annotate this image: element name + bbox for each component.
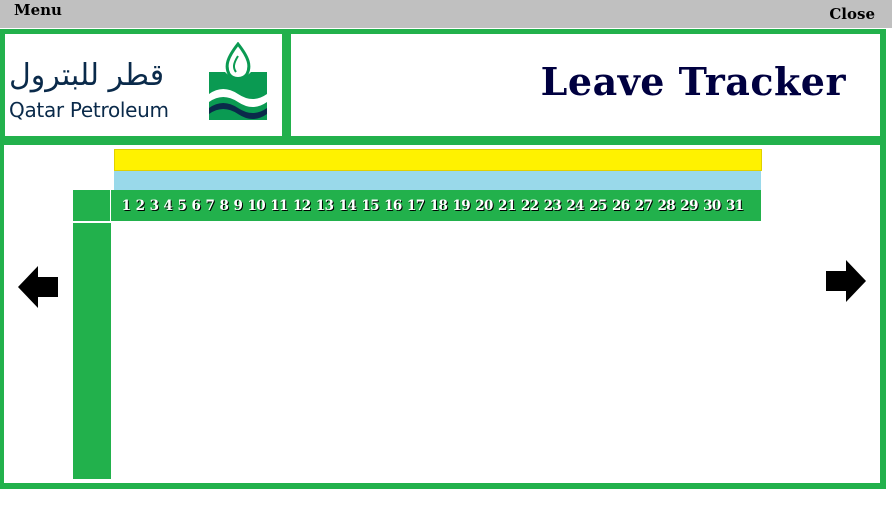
header: قطر للبترول Qatar Petroleum Leave Tracke… xyxy=(0,29,886,141)
day-cell: 9 xyxy=(233,197,243,214)
title-panel: Leave Tracker xyxy=(291,34,880,136)
day-cell: 29 xyxy=(680,197,698,214)
corner-cell xyxy=(73,190,111,221)
day-cell: 31 xyxy=(725,197,744,214)
day-cell: 10 xyxy=(247,197,266,214)
calendar-area: 1 2 3 4 5 6 7 8 9 10 11 12 13 14 15 16 17 18 19 20 21 22 23 24 2… xyxy=(4,145,880,483)
day-numbers: 1 2 3 4 5 6 7 8 9 10 11 12 13 14 15 16 17 18 19 20 21 22 23 24 2… xyxy=(119,190,746,221)
close-button[interactable]: Close xyxy=(829,5,875,23)
arrow-right-icon[interactable] xyxy=(824,260,866,302)
logo-arabic-text: قطر للبترول xyxy=(9,58,165,93)
day-cell: 3 xyxy=(149,197,159,214)
day-cell: 11 xyxy=(270,197,288,214)
days-header-row: 1 2 3 4 5 6 7 8 9 10 11 12 13 14 15 16 17 18 19 20 21 22 23 24 2… xyxy=(73,190,761,221)
employee-name-column xyxy=(73,223,111,479)
day-cell: 15 xyxy=(361,197,379,214)
day-cell: 6 xyxy=(191,197,201,214)
day-cell: 19 xyxy=(452,197,471,214)
day-cell: 30 xyxy=(703,197,721,214)
day-cell: 22 xyxy=(520,197,539,214)
day-cell: 1 xyxy=(121,197,131,214)
day-cell: 7 xyxy=(205,197,215,214)
day-cell: 21 xyxy=(498,197,516,214)
day-cell: 12 xyxy=(293,197,311,214)
day-cell: 14 xyxy=(338,197,357,214)
day-cell: 25 xyxy=(589,197,607,214)
day-cell: 13 xyxy=(315,197,334,214)
day-cell: 27 xyxy=(634,197,653,214)
day-cell: 24 xyxy=(566,197,584,214)
day-cell: 16 xyxy=(384,197,402,214)
day-cell: 2 xyxy=(135,197,145,214)
menu-button[interactable]: Menu xyxy=(14,1,62,19)
arrow-left-icon[interactable] xyxy=(18,266,60,308)
day-cell: 17 xyxy=(406,197,425,214)
day-cell: 20 xyxy=(475,197,493,214)
top-toolbar: Menu Close xyxy=(0,0,892,28)
logo-english-text: Qatar Petroleum xyxy=(9,98,169,122)
month-header-bar xyxy=(114,149,762,171)
day-cell: 28 xyxy=(657,197,676,214)
day-cell: 18 xyxy=(429,197,448,214)
day-cell: 5 xyxy=(177,197,187,214)
page-title: Leave Tracker xyxy=(540,59,846,104)
logo: قطر للبترول Qatar Petroleum xyxy=(5,34,282,136)
week-header-bar xyxy=(114,171,761,190)
day-cell: 4 xyxy=(163,197,173,214)
qatar-petroleum-emblem-icon xyxy=(209,42,267,120)
day-cell: 8 xyxy=(219,197,229,214)
day-cell: 23 xyxy=(543,197,562,214)
calendar-panel: 1 2 3 4 5 6 7 8 9 10 11 12 13 14 15 16 17 18 19 20 21 22 23 24 2… xyxy=(0,141,886,489)
day-cell: 26 xyxy=(611,197,630,214)
